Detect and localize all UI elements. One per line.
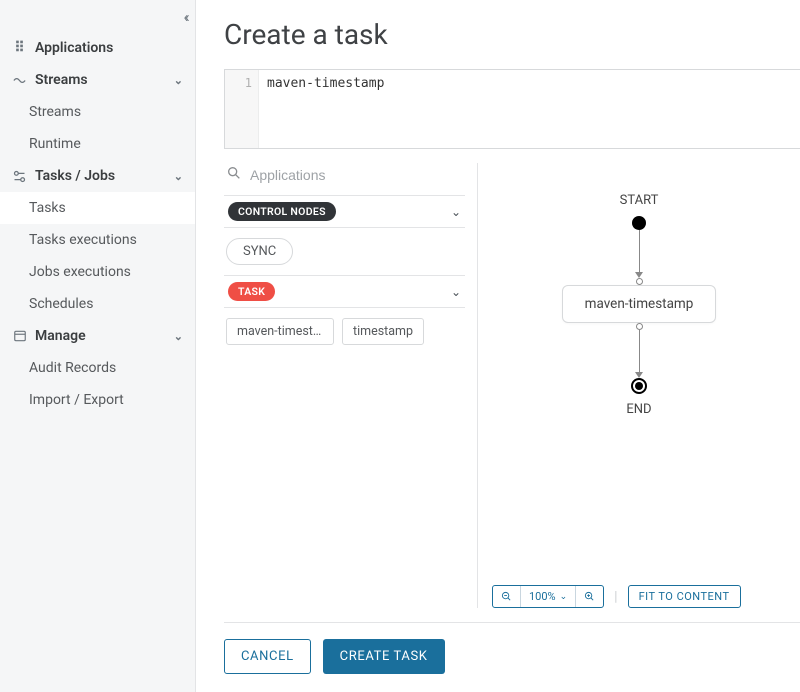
palette-item-timestamp[interactable]: timestamp xyxy=(342,318,424,345)
end-node[interactable] xyxy=(631,378,647,394)
task-items: maven-timesta… timestamp xyxy=(224,308,465,355)
editor-gutter: 1 xyxy=(225,70,259,148)
fit-to-content-button[interactable]: FIT TO CONTENT xyxy=(628,585,741,608)
toolbar-divider: | xyxy=(614,589,617,605)
zoom-out-button[interactable] xyxy=(493,586,521,607)
chevron-down-icon: ⌄ xyxy=(174,330,183,343)
nav-item-runtime[interactable]: Runtime xyxy=(0,128,195,160)
create-task-button[interactable]: CREATE TASK xyxy=(323,639,445,674)
nav-item-tasks[interactable]: Tasks xyxy=(0,192,195,224)
editor-content[interactable]: maven-timestamp xyxy=(259,70,392,148)
page-title: Create a task xyxy=(224,18,800,51)
code-editor[interactable]: 1 maven-timestamp xyxy=(224,69,800,149)
node-port-top[interactable] xyxy=(636,278,643,285)
chevron-down-icon: ⌄ xyxy=(174,74,183,87)
sidebar-collapse-row: ‹‹ xyxy=(0,4,195,32)
search-icon xyxy=(226,165,242,185)
nav-group-streams[interactable]: Streams ⌄ xyxy=(0,64,195,96)
streams-icon xyxy=(12,73,27,88)
nav-group-label: Applications xyxy=(35,40,113,56)
nav-group-manage[interactable]: Manage ⌄ xyxy=(0,320,195,352)
cancel-button[interactable]: CANCEL xyxy=(224,639,311,674)
palette-search-input[interactable] xyxy=(250,167,463,183)
nav-group-label: Manage xyxy=(35,328,86,344)
connector xyxy=(639,230,640,272)
zoom-in-button[interactable] xyxy=(575,586,603,607)
chevron-down-icon: ⌄ xyxy=(560,592,568,602)
control-nodes-items: SYNC xyxy=(224,228,465,275)
chevron-down-icon: ⌄ xyxy=(451,285,461,299)
nav-item-audit-records[interactable]: Audit Records xyxy=(0,352,195,384)
nav-group-tasks-jobs[interactable]: Tasks / Jobs ⌄ xyxy=(0,160,195,192)
start-node[interactable] xyxy=(632,216,646,230)
nav-item-streams[interactable]: Streams xyxy=(0,96,195,128)
zoom-level-value: 100% xyxy=(529,590,556,603)
nav-item-schedules[interactable]: Schedules xyxy=(0,288,195,320)
palette-item-sync[interactable]: SYNC xyxy=(226,238,293,265)
palette: CONTROL NODES ⌄ SYNC TASK ⌄ maven-timest… xyxy=(224,163,478,608)
nav-group-label: Tasks / Jobs xyxy=(35,168,115,184)
nav-item-jobs-executions[interactable]: Jobs executions xyxy=(0,256,195,288)
connector xyxy=(639,330,640,372)
zoom-level-dropdown[interactable]: 100% ⌄ xyxy=(521,586,575,607)
palette-item-maven-timestamp[interactable]: maven-timesta… xyxy=(226,318,334,345)
chevron-down-icon: ⌄ xyxy=(174,170,183,183)
sidebar: ‹‹ ⠿ Applications Streams ⌄ Streams Runt… xyxy=(0,0,196,692)
palette-section-control-nodes[interactable]: CONTROL NODES ⌄ xyxy=(224,195,465,228)
task-diagram: START maven-timestamp END xyxy=(478,193,800,425)
tasks-icon xyxy=(12,169,27,184)
nav-group-applications[interactable]: ⠿ Applications xyxy=(0,32,195,64)
manage-icon xyxy=(12,329,27,344)
palette-section-task[interactable]: TASK ⌄ xyxy=(224,275,465,308)
builder-area: CONTROL NODES ⌄ SYNC TASK ⌄ maven-timest… xyxy=(224,163,800,608)
palette-search-row xyxy=(224,163,465,195)
zoom-control: 100% ⌄ xyxy=(492,585,604,608)
task-badge: TASK xyxy=(228,282,275,301)
diagram-end-label: END xyxy=(626,402,651,417)
grid-icon: ⠿ xyxy=(12,41,27,56)
main-content: Create a task 1 maven-timestamp CONTROL … xyxy=(196,0,800,692)
control-nodes-badge: CONTROL NODES xyxy=(228,202,336,221)
canvas-toolbar: 100% ⌄ | FIT TO CONTENT xyxy=(492,585,800,608)
nav-group-label: Streams xyxy=(35,72,88,88)
node-port-bottom[interactable] xyxy=(636,323,643,330)
footer-actions: CANCEL CREATE TASK xyxy=(224,622,800,674)
diagram-start-label: START xyxy=(620,193,659,208)
task-node[interactable]: maven-timestamp xyxy=(562,285,717,323)
chevron-down-icon: ⌄ xyxy=(451,205,461,219)
nav-item-tasks-executions[interactable]: Tasks executions xyxy=(0,224,195,256)
canvas[interactable]: START maven-timestamp END 100% xyxy=(478,163,800,608)
nav-item-import-export[interactable]: Import / Export xyxy=(0,384,195,416)
